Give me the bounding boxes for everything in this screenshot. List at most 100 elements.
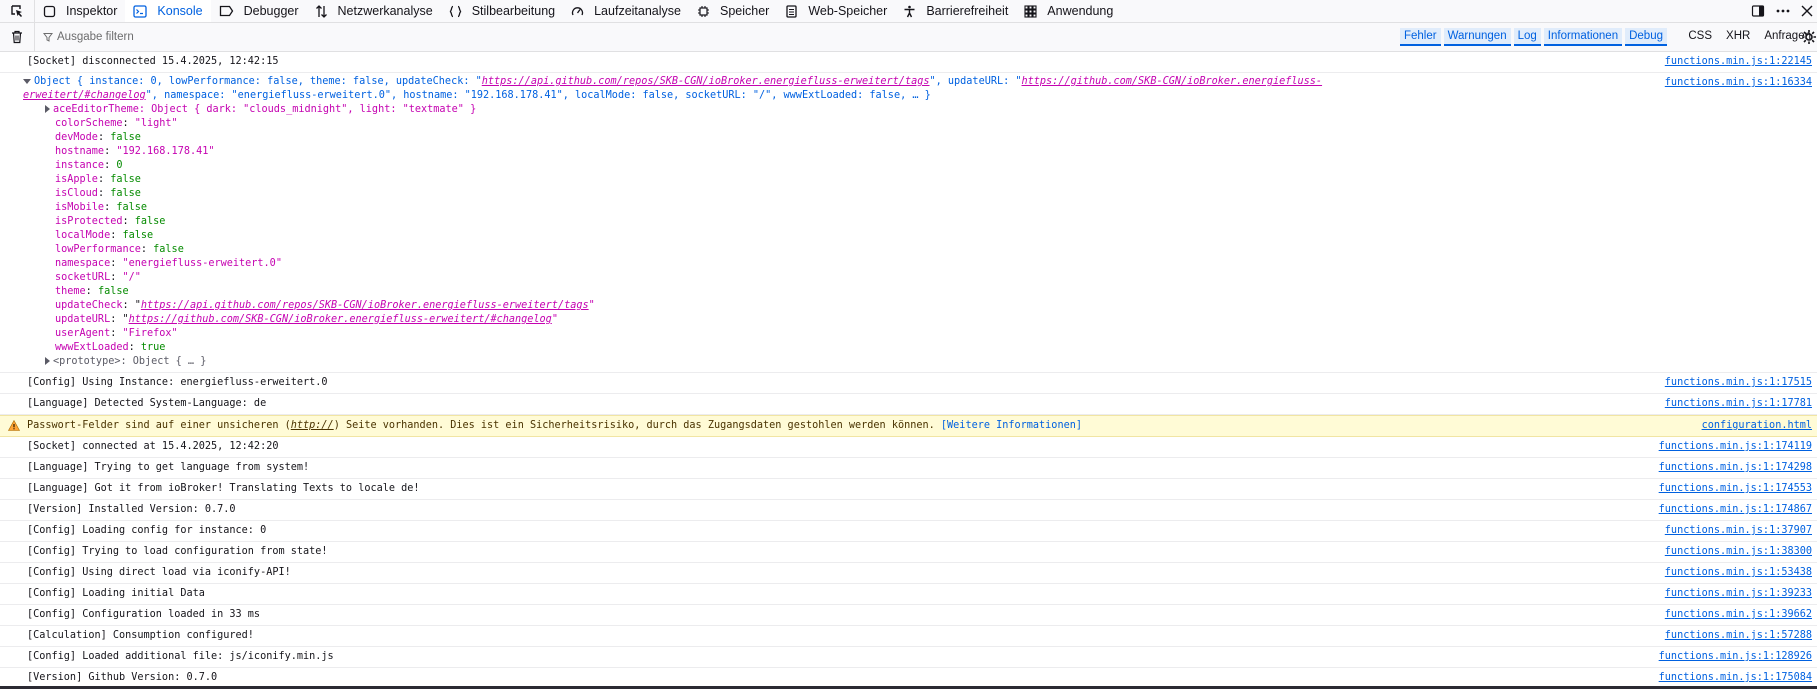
clear-console-button[interactable]	[0, 23, 35, 51]
object-prototype[interactable]: <prototype>: Object { … }	[27, 355, 1617, 369]
console-message: [Config] Loaded additional file: js/icon…	[0, 647, 1817, 668]
source-location-link[interactable]: functions.min.js:1:22145	[1665, 55, 1812, 69]
tab-label: Barrierefreiheit	[926, 4, 1009, 18]
filter-request-xhr[interactable]: XHR	[1726, 30, 1750, 42]
filter-level-fehler[interactable]: Fehler	[1399, 28, 1441, 46]
source-location-link[interactable]: functions.min.js:1:39233	[1665, 587, 1812, 601]
tab-speicher[interactable]: Speicher	[689, 0, 777, 22]
property-name: devMode	[55, 132, 98, 143]
source-location-link[interactable]: functions.min.js:1:17515	[1665, 376, 1812, 390]
object-property-acetheme[interactable]: aceEditorTheme: Object { dark: "clouds_m…	[27, 103, 1617, 117]
memory-icon	[697, 5, 715, 18]
message-text: [Config] Loading config for instance: 0	[27, 525, 267, 536]
source-location-link[interactable]: configuration.html	[1702, 419, 1812, 433]
filter-input[interactable]: Ausgabe filtern	[43, 31, 134, 43]
source-location-link[interactable]: functions.min.js:1:174553	[1659, 482, 1812, 496]
filter-request-css[interactable]: CSS	[1688, 30, 1712, 42]
console-message: [Config] Trying to load configuration fr…	[0, 542, 1817, 563]
source-location-link[interactable]: functions.min.js:1:16334	[1665, 76, 1812, 90]
tab-web-speicher[interactable]: Web-Speicher	[777, 0, 895, 22]
message-text: [Language] Detected System-Language: de	[27, 398, 267, 409]
learn-more-link[interactable]: [Weitere Informationen]	[941, 420, 1082, 431]
tab-label: Laufzeitanalyse	[594, 4, 681, 18]
tab-label: Debugger	[243, 4, 299, 18]
object-property: isMobile: false	[55, 202, 148, 213]
console-message: [Version] Github Version: 0.7.0 functions…	[0, 668, 1817, 686]
tab-debugger[interactable]: Debugger	[211, 0, 307, 22]
console-message: [Language] Trying to get language from s…	[0, 458, 1817, 479]
source-location-link[interactable]: functions.min.js:1:174298	[1659, 461, 1812, 475]
property-value: "/"	[122, 272, 141, 283]
message-text: [Config] Using direct load via iconify-A…	[27, 567, 291, 578]
property-value: false	[110, 174, 141, 185]
source-location-link[interactable]: functions.min.js:1:38300	[1665, 545, 1812, 559]
toolbar-right	[1751, 0, 1817, 22]
expand-triangle-icon[interactable]	[45, 105, 50, 113]
source-location-link[interactable]: functions.min.js:1:37907	[1665, 524, 1812, 538]
more-options-icon[interactable]	[1775, 4, 1791, 18]
settings-gear-icon[interactable]	[1801, 29, 1817, 45]
object-property-updatecheck: updateCheck: "https://api.github.com/rep…	[55, 300, 595, 311]
message-text: [Socket] disconnected 15.4.2025, 12:42:1…	[27, 56, 279, 67]
accessibility-icon	[903, 5, 921, 18]
source-location-link[interactable]: functions.min.js:1:175084	[1659, 671, 1812, 685]
tab-label: Konsole	[157, 4, 203, 18]
property-value: false	[134, 216, 166, 227]
object-property-updateurl: updateURL: "https://github.com/SKB-CGN/i…	[55, 314, 558, 325]
request-filters: CSS XHR Anfragen	[1688, 30, 1811, 42]
tab-inspektor[interactable]: Inspektor	[35, 0, 125, 22]
source-location-link[interactable]: functions.min.js:1:174867	[1659, 503, 1812, 517]
property-name: isCloud	[55, 188, 98, 199]
filter-level-log[interactable]: Log	[1513, 28, 1541, 46]
source-location-link[interactable]: functions.min.js:1:17781	[1665, 397, 1812, 411]
performance-icon	[571, 5, 589, 18]
console-message: [Config] Using direct load via iconify-A…	[0, 563, 1817, 584]
console-message: [Language] Detected System-Language: de …	[0, 394, 1817, 415]
source-location-link[interactable]: functions.min.js:1:128926	[1659, 650, 1812, 664]
property-name: isProtected	[55, 216, 123, 227]
object-property: hostname: "192.168.178.41"	[55, 146, 215, 157]
property-name: hostname	[55, 146, 105, 157]
warning-icon	[8, 420, 20, 431]
property-value: false	[153, 244, 184, 255]
filter-level-informationen[interactable]: Informationen	[1543, 28, 1623, 46]
console-icon	[133, 4, 152, 18]
tab-label: Speicher	[719, 4, 770, 18]
message-text: [Version] Installed Version: 0.7.0	[27, 504, 236, 515]
tab-netzwerkanalyse[interactable]: Netzwerkanalyse	[307, 0, 441, 22]
element-picker-button[interactable]	[0, 0, 35, 22]
tab-konsole[interactable]: Konsole	[125, 0, 211, 22]
dock-icon[interactable]	[1751, 4, 1765, 18]
property-value: false	[116, 202, 148, 213]
tab-stilbearbeitung[interactable]: Stilbearbeitung	[441, 0, 563, 22]
tab-anwendung[interactable]: Anwendung	[1016, 0, 1121, 22]
filter-level-debug[interactable]: Debug	[1625, 28, 1667, 46]
console-message: [Config] Loading config for instance: 0 f…	[0, 521, 1817, 542]
property-link-updateurl[interactable]: https://github.com/SKB-CGN/ioBroker.ener…	[129, 314, 552, 325]
console-message: [Config] Using Instance: energiefluss-er…	[0, 373, 1817, 394]
source-location-link[interactable]: functions.min.js:1:57288	[1665, 629, 1812, 643]
message-text: [Config] Using Instance: energiefluss-er…	[27, 377, 328, 388]
property-link-updatecheck[interactable]: https://api.github.com/repos/SKB-CGN/ioB…	[141, 300, 589, 311]
object-preview[interactable]: Object { instance: 0, lowPerformance: fa…	[23, 75, 1373, 103]
filter-level-warnungen[interactable]: Warnungen	[1443, 28, 1511, 46]
object-link-updatecheck[interactable]: https://api.github.com/repos/SKB-CGN/ioB…	[482, 76, 930, 87]
source-location-link[interactable]: functions.min.js:1:53438	[1665, 566, 1812, 580]
tab-laufzeitanalyse[interactable]: Laufzeitanalyse	[563, 0, 689, 22]
source-location-link[interactable]: functions.min.js:1:39662	[1665, 608, 1812, 622]
object-property: devMode: false	[55, 132, 141, 143]
close-icon[interactable]	[1801, 5, 1813, 17]
expand-triangle-icon[interactable]	[45, 357, 50, 365]
property-name: namespace	[55, 258, 111, 269]
storage-icon	[785, 4, 803, 18]
collapse-triangle-icon[interactable]	[23, 78, 31, 84]
style-editor-icon	[449, 5, 467, 18]
source-location-link[interactable]: functions.min.js:1:174119	[1659, 440, 1812, 454]
property-name: lowPerformance	[55, 244, 141, 255]
tab-barrierefreiheit[interactable]: Barrierefreiheit	[895, 0, 1016, 22]
message-text: [Config] Trying to load configuration fr…	[27, 546, 328, 557]
console-message: [Config] Configuration loaded in 33 ms fu…	[0, 605, 1817, 626]
filter-placeholder: Ausgabe filtern	[57, 31, 134, 43]
object-property-wwwextloaded: wwwExtLoaded: true	[55, 342, 166, 353]
property-value: false	[97, 286, 129, 297]
